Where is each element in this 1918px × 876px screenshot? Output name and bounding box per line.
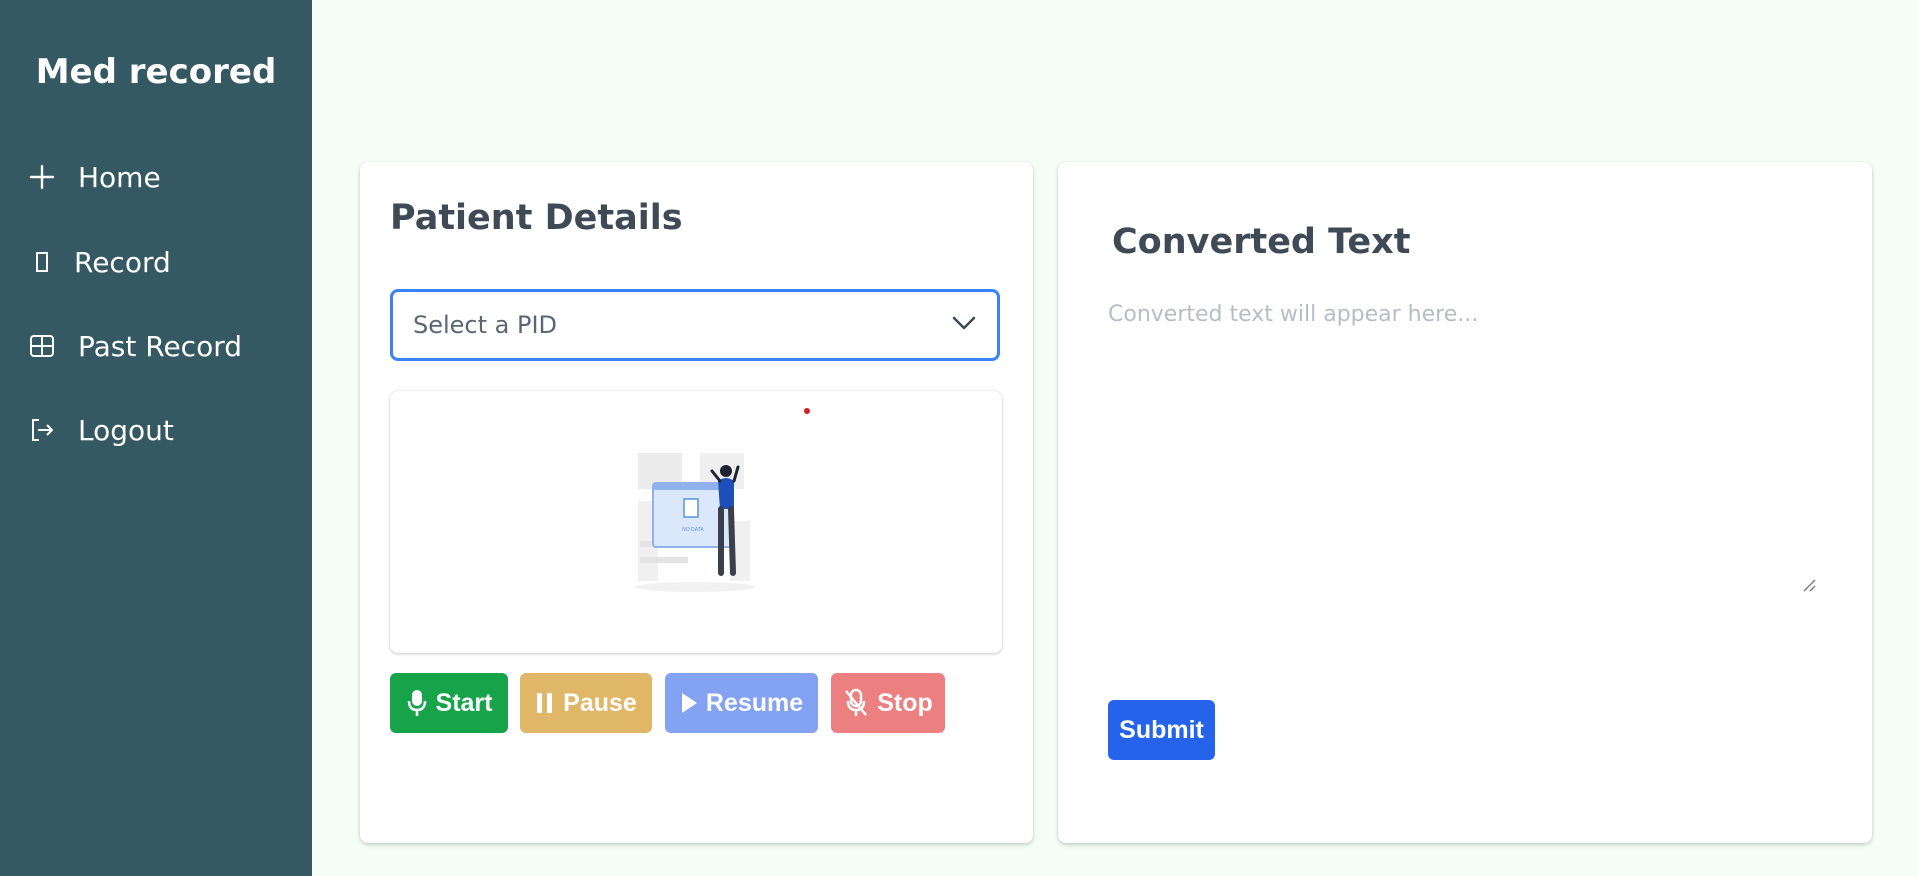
converted-text-title: Converted Text [1112,222,1411,262]
microphone-icon [407,690,426,716]
resume-label: Resume [705,688,804,717]
grid-icon [28,332,56,360]
illustration-caption: NO DATA [682,527,704,533]
pause-label: Pause [563,688,637,717]
sidebar-item-home[interactable]: Home [28,157,161,197]
start-label: Start [435,688,493,717]
sidebar: Med recored Home Record Past Record Logo… [0,0,312,876]
stop-button[interactable]: Stop [831,673,945,733]
no-data-illustration: NO DATA [635,408,810,592]
sidebar-item-label: Home [78,160,161,194]
pause-button[interactable]: Pause [520,673,652,733]
logout-icon [28,416,56,444]
sidebar-item-label: Past Record [78,329,242,363]
microphone-off-icon [845,688,868,716]
rectangle-icon [28,248,56,276]
sidebar-item-past-record[interactable]: Past Record [28,326,242,366]
sidebar-item-logout[interactable]: Logout [28,410,174,450]
resume-button[interactable]: Resume [665,673,818,733]
submit-button[interactable]: Submit [1108,700,1215,760]
pid-select[interactable]: Select a PID [390,289,1000,361]
converted-text-area[interactable]: Converted text will appear here... [1108,302,1816,592]
illustration-panel: NO DATA [390,391,1002,653]
plus-icon [28,163,56,191]
resize-handle-icon[interactable] [1802,578,1816,592]
converted-text-card: Converted Text Converted text will appea… [1058,162,1872,843]
sidebar-item-label: Record [74,245,171,279]
sidebar-item-record[interactable]: Record [28,242,171,282]
patient-details-card: Patient Details Select a PID NO DATA Sta… [360,162,1033,843]
patient-details-title: Patient Details [390,198,683,238]
start-button[interactable]: Start [390,673,508,733]
pause-icon [537,693,553,713]
sidebar-item-label: Logout [78,413,174,447]
chevron-down-icon [951,315,977,336]
app-title: Med recored [35,52,277,92]
pid-select-value: Select a PID [413,311,558,339]
converted-text-placeholder: Converted text will appear here... [1108,302,1479,327]
play-icon [681,693,697,713]
stop-label: Stop [877,688,933,717]
